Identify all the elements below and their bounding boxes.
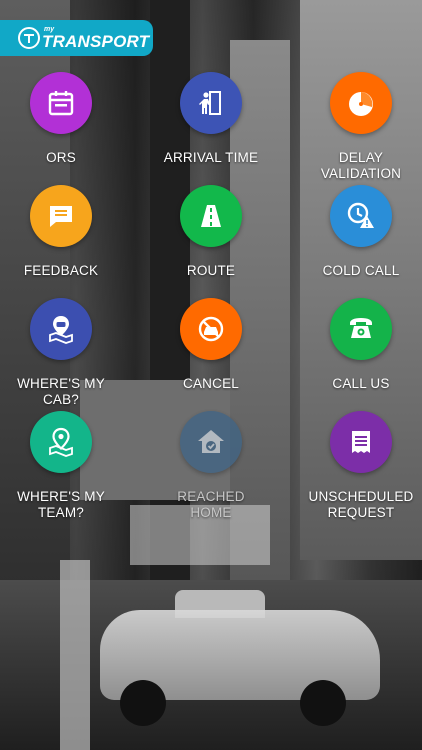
telephone-icon [350,318,372,338]
cancel-button[interactable]: CANCEL [141,298,281,392]
ors-button[interactable]: ORS [0,72,131,166]
message-icon [50,206,72,227]
calendar-icon [48,91,74,116]
feedback-label: FEEDBACK [23,263,99,278]
call-us-button[interactable]: CALL US [291,298,422,392]
person-door-icon [199,91,221,115]
wheres-my-cab-button[interactable]: WHERE'S MY CAB? [0,298,131,408]
delay-validation-label: DELAY VALIDATION [320,150,402,181]
wheres-my-cab-label: WHERE'S MY CAB? [17,376,105,407]
arrival-time-label: ARRIVAL TIME [163,150,259,165]
map-pin-icon [49,427,73,457]
logo-t-icon [18,27,40,49]
arrival-time-button[interactable]: ARRIVAL TIME [141,72,281,166]
wheres-my-team-button[interactable]: WHERE'S MY TEAM? [0,411,131,521]
route-label: ROUTE [186,263,236,278]
cold-call-button[interactable]: COLD CALL [291,185,422,279]
reached-home-label: REACHED HOME [177,489,245,520]
unscheduled-request-button[interactable]: UNSCHEDULED REQUEST [291,411,422,521]
delay-validation-button[interactable]: DELAY VALIDATION [291,72,422,182]
home-check-icon [198,430,224,453]
document-icon [352,431,370,453]
reached-home-button[interactable]: REACHED HOME [141,411,281,521]
app-logo: my TRANSPORT [0,20,153,56]
cab-pin-icon [49,316,73,344]
ors-label: ORS [46,150,76,165]
cold-call-label: COLD CALL [322,263,400,278]
no-car-icon [198,316,224,342]
route-button[interactable]: ROUTE [141,185,281,279]
cancel-label: CANCEL [183,376,239,391]
logo-title: TRANSPORT [42,32,150,51]
call-us-label: CALL US [332,376,390,391]
clock-pie-icon [349,92,373,116]
road-icon [201,205,221,227]
feedback-button[interactable]: FEEDBACK [0,185,131,279]
unscheduled-request-label: UNSCHEDULED REQUEST [308,489,414,520]
wheres-my-team-label: WHERE'S MY TEAM? [17,489,105,520]
clock-warning-icon [347,202,374,228]
